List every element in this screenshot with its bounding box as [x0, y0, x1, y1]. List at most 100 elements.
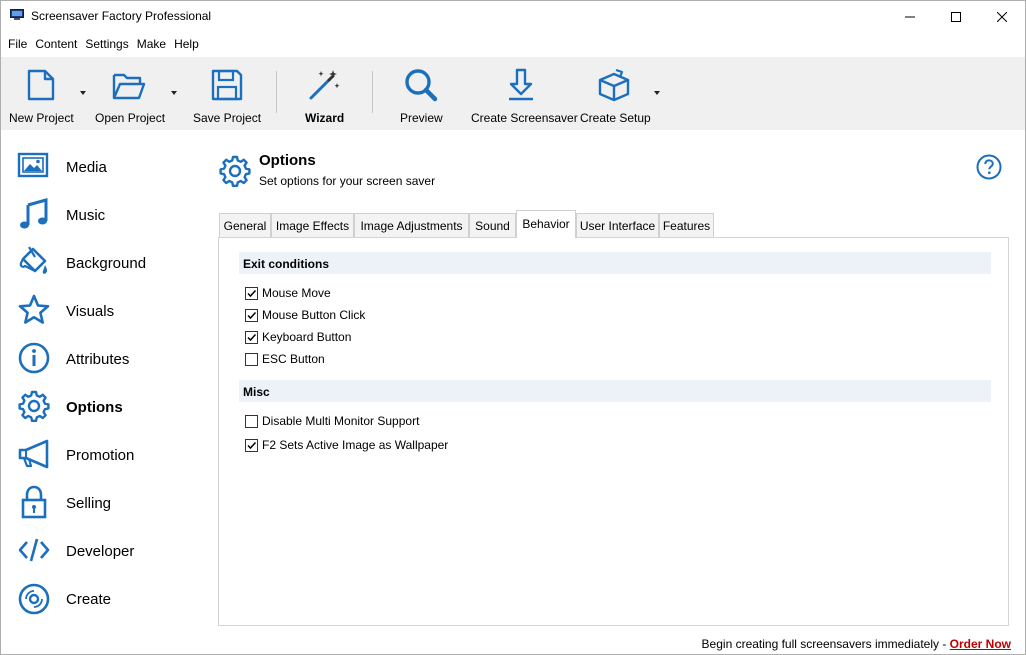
tab-image-adjustments[interactable]: Image Adjustments	[354, 213, 469, 237]
help-icon[interactable]	[976, 154, 1002, 180]
new-project-button[interactable]: New Project	[9, 57, 75, 130]
new-file-icon	[27, 69, 55, 101]
package-box-icon	[598, 68, 630, 102]
toolbar-separator	[372, 71, 373, 113]
sidebar-item-selling[interactable]: Selling	[1, 481, 211, 521]
sidebar-item-label: Options	[66, 399, 123, 416]
close-button[interactable]	[979, 1, 1025, 32]
checkbox-box[interactable]	[245, 414, 258, 428]
sidebar-item-label: Media	[66, 159, 107, 176]
tab-sound[interactable]: Sound	[469, 213, 516, 237]
sidebar-item-media[interactable]: Media	[1, 145, 211, 185]
paint-bucket-icon	[19, 246, 48, 274]
tab-user-interface[interactable]: User Interface	[576, 213, 659, 237]
order-now-link[interactable]: Order Now	[950, 637, 1011, 651]
open-project-label: Open Project	[95, 111, 166, 125]
wizard-button[interactable]: Wizard	[301, 57, 347, 130]
sidebar-item-label: Music	[66, 207, 106, 224]
checkbox-box[interactable]	[245, 286, 258, 300]
sidebar-item-visuals[interactable]: Visuals	[1, 289, 211, 329]
folder-icon	[112, 73, 146, 100]
sidebar-item-label: Selling	[66, 495, 112, 512]
mouse-move-checkbox[interactable]: Mouse Move	[245, 284, 331, 302]
music-note-icon	[20, 198, 48, 229]
sidebar-item-background[interactable]: Background	[1, 241, 211, 281]
minimize-icon	[905, 16, 915, 17]
sidebar-item-attributes[interactable]: Attributes	[1, 337, 211, 377]
preview-label: Preview	[400, 111, 443, 125]
checkmark-icon	[247, 333, 257, 341]
info-icon	[18, 342, 50, 374]
checkbox-label: Mouse Button Click	[262, 308, 366, 322]
sidebar-item-label: Create	[66, 591, 112, 608]
star-icon	[18, 294, 50, 324]
disable-multi-monitor-checkbox[interactable]: Disable Multi Monitor Support	[245, 412, 419, 430]
checkbox-box[interactable]	[245, 352, 258, 366]
maximize-button[interactable]	[933, 1, 979, 32]
preview-button[interactable]: Preview	[399, 57, 443, 130]
app-icon	[10, 9, 24, 20]
sidebar-item-create[interactable]: Create	[1, 577, 211, 617]
magic-wand-icon	[309, 70, 340, 100]
checkbox-box[interactable]	[245, 330, 258, 344]
sidebar-item-music[interactable]: Music	[1, 193, 211, 233]
create-setup-button[interactable]: Create Setup	[580, 57, 651, 130]
footer-text: Begin creating full screensavers immedia…	[701, 637, 950, 651]
sidebar-item-label: Visuals	[66, 303, 115, 320]
checkmark-icon	[247, 441, 257, 449]
create-screensaver-label: Create Screensaver	[471, 111, 578, 125]
save-disk-icon	[211, 69, 243, 101]
sidebar-item-promotion[interactable]: Promotion	[1, 433, 211, 473]
new-project-label: New Project	[9, 111, 74, 125]
checkmark-icon	[247, 311, 257, 319]
toolbar-separator	[276, 71, 277, 113]
close-icon	[997, 11, 1007, 22]
sidebar-item-label: Background	[66, 255, 147, 272]
magnifier-icon	[405, 69, 438, 102]
maximize-icon	[951, 11, 961, 22]
page-title: Options	[259, 152, 316, 169]
media-icon	[17, 152, 49, 178]
sidebar-item-label: Promotion	[66, 447, 135, 464]
checkbox-box[interactable]	[245, 308, 258, 322]
new-project-dropdown-icon[interactable]	[80, 91, 86, 95]
sidebar-item-developer[interactable]: Developer	[1, 529, 211, 569]
checkbox-box[interactable]	[245, 438, 258, 452]
checkmark-icon	[247, 289, 257, 297]
menu-file[interactable]: File	[1, 33, 31, 55]
sidebar-item-options[interactable]: Options	[1, 385, 211, 425]
options-gear-icon	[219, 155, 251, 187]
menu-help[interactable]: Help	[170, 33, 203, 55]
megaphone-icon	[18, 439, 49, 469]
menu-settings[interactable]: Settings	[81, 33, 132, 55]
tab-features[interactable]: Features	[659, 213, 714, 237]
menu-bar: File Content Settings Make Help	[1, 33, 203, 55]
menu-make[interactable]: Make	[133, 33, 170, 55]
section-misc: Misc	[239, 380, 991, 402]
tab-behavior[interactable]: Behavior	[516, 210, 576, 238]
wizard-label: Wizard	[305, 111, 345, 125]
checkbox-label: ESC Button	[262, 352, 325, 366]
open-project-dropdown-icon[interactable]	[171, 91, 177, 95]
create-setup-label: Create Setup	[580, 111, 651, 125]
keyboard-button-checkbox[interactable]: Keyboard Button	[245, 328, 351, 346]
section-exit-conditions: Exit conditions	[239, 252, 991, 274]
sidebar-item-label: Developer	[66, 543, 135, 560]
disc-icon	[18, 583, 50, 615]
lock-icon	[21, 485, 47, 519]
mouse-button-click-checkbox[interactable]: Mouse Button Click	[245, 306, 365, 324]
menu-content[interactable]: Content	[31, 33, 81, 55]
tab-general[interactable]: General	[219, 213, 271, 237]
title-bar[interactable]: Screensaver Factory Professional	[1, 1, 1025, 32]
open-project-button[interactable]: Open Project	[95, 57, 165, 130]
save-project-button[interactable]: Save Project	[193, 57, 261, 130]
gear-icon	[18, 390, 50, 422]
create-screensaver-button[interactable]: Create Screensaver	[471, 57, 578, 130]
checkbox-label: F2 Sets Active Image as Wallpaper	[262, 438, 449, 452]
checkbox-label: Disable Multi Monitor Support	[262, 414, 420, 428]
esc-button-checkbox[interactable]: ESC Button	[245, 350, 325, 368]
minimize-button[interactable]	[887, 1, 933, 32]
tab-image-effects[interactable]: Image Effects	[271, 213, 354, 237]
f2-wallpaper-checkbox[interactable]: F2 Sets Active Image as Wallpaper	[245, 436, 448, 454]
create-setup-dropdown-icon[interactable]	[654, 91, 660, 95]
